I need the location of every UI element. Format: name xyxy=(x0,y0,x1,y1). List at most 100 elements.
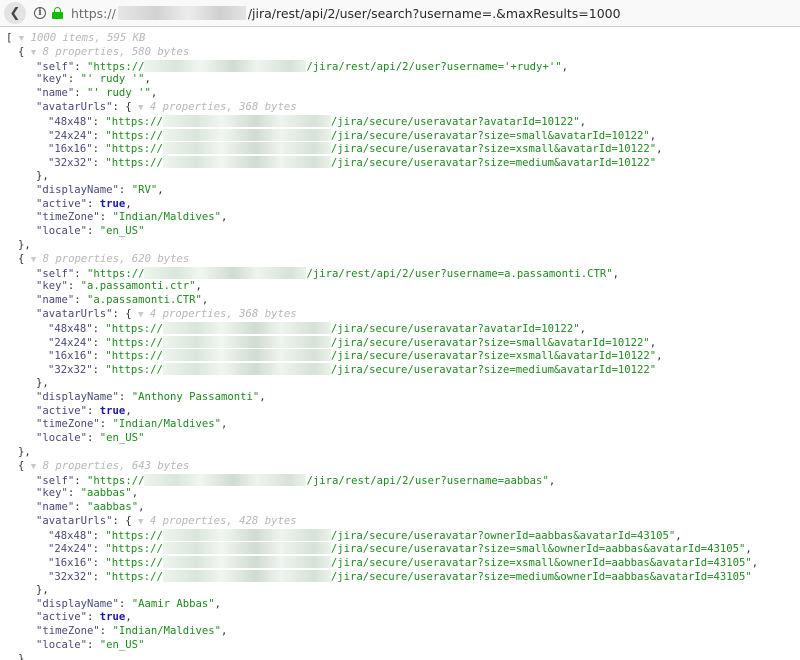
redacted-host xyxy=(162,363,331,376)
collapse-toggle-icon[interactable]: ▼ xyxy=(19,34,24,44)
avatar-urls-line: "avatarUrls": { ▼ 4 properties, 368 byte… xyxy=(36,307,297,320)
avatar-url-prefix: "https:// xyxy=(105,157,163,170)
collapse-toggle-icon[interactable]: ▼ xyxy=(31,48,36,58)
avatar-url-prefix: "https:// xyxy=(105,571,163,584)
avatar-url-suffix[interactable]: /jira/secure/useravatar?size=medium&avat… xyxy=(331,157,656,169)
avatar-url-line: "48x48": "https:///jira/secure/useravata… xyxy=(48,321,586,335)
redacted-host xyxy=(162,349,331,362)
timezone-value: "Indian/Maldives" xyxy=(112,211,221,224)
root-bracket: [ xyxy=(6,32,13,44)
avatar-url-suffix[interactable]: /jira/secure/useravatar?size=xsmall&owne… xyxy=(331,557,752,569)
avatar-close-line: }, xyxy=(36,583,49,596)
avatar-url-suffix[interactable]: /jira/secure/useravatar?size=small&avata… xyxy=(331,337,650,349)
avatar-urls-line: "avatarUrls": { ▼ 4 properties, 428 byte… xyxy=(36,514,297,527)
locale-line: "locale": "en_US" xyxy=(36,225,145,238)
avatar-url-prefix: "https:// xyxy=(105,364,163,377)
name-value: "a.passamonti.CTR" xyxy=(87,294,202,307)
avatar-url-prefix: "https:// xyxy=(105,322,163,335)
url-prefix: https:// xyxy=(71,5,116,21)
collapse-toggle-icon[interactable]: ▼ xyxy=(138,310,143,320)
locale-line: "locale": "en_US" xyxy=(36,639,145,652)
avatar-size-key: "32x32" xyxy=(48,157,93,170)
url-field[interactable]: https:// /jira/rest/api/2/user/search?us… xyxy=(71,6,621,21)
avatar-url-suffix[interactable]: /jira/secure/useravatar?avatarId=10122" xyxy=(331,323,580,335)
lock-icon[interactable] xyxy=(52,7,63,19)
timezone-line: "timeZone": "Indian/Maldives", xyxy=(36,418,228,431)
avatar-url-line: "48x48": "https:///jira/secure/useravata… xyxy=(48,528,682,542)
redacted-host xyxy=(162,156,331,169)
json-viewer: [ ▼ 1000 items, 595 KB { ▼ 8 properties,… xyxy=(0,32,800,660)
url-path: /jira/rest/api/2/user/search?username=.&… xyxy=(247,5,621,21)
self-url-suffix[interactable]: /jira/rest/api/2/user?username=a.passamo… xyxy=(306,268,612,280)
user-object: { ▼ 8 properties, 643 bytes "self": "htt… xyxy=(0,460,800,660)
avatar-url-prefix: "https:// xyxy=(105,115,163,128)
address-bar: ❮ i https:// /jira/rest/api/2/user/searc… xyxy=(0,0,800,27)
display-name-line: "displayName": "Anthony Passamonti", xyxy=(36,390,266,403)
object-meta: 8 properties, 580 bytes xyxy=(42,45,190,58)
name-line: "name": "aabbas", xyxy=(36,501,145,514)
redacted-host xyxy=(162,321,331,334)
collapse-toggle-icon[interactable]: ▼ xyxy=(138,517,143,527)
collapse-toggle-icon[interactable]: ▼ xyxy=(31,255,36,265)
timezone-value: "Indian/Maldives" xyxy=(112,625,221,638)
back-arrow-icon[interactable]: ❮ xyxy=(4,2,26,24)
key-value: "a.passamonti.ctr" xyxy=(80,280,196,293)
avatar-url-suffix[interactable]: /jira/secure/useravatar?size=small&owner… xyxy=(331,543,746,555)
object-open-line: { ▼ 8 properties, 580 bytes xyxy=(18,45,190,58)
object-close-line: }, xyxy=(18,445,31,458)
collapse-toggle-icon[interactable]: ▼ xyxy=(138,103,143,113)
user-list: { ▼ 8 properties, 580 bytes "self": "htt… xyxy=(0,46,800,660)
avatar-meta: 4 properties, 368 bytes xyxy=(149,100,297,113)
avatar-url-suffix[interactable]: /jira/secure/useravatar?size=xsmall&avat… xyxy=(331,350,656,362)
avatar-size-key: "16x16" xyxy=(48,350,93,363)
avatar-url-prefix: "https:// xyxy=(105,336,163,349)
self-line: "self": "https:///jira/rest/api/2/user?u… xyxy=(36,473,556,487)
object-close-line: }, xyxy=(18,238,31,251)
display-name-line: "displayName": "RV", xyxy=(36,183,164,196)
root-array-line: [ ▼ 1000 items, 595 KB xyxy=(0,32,800,46)
avatar-size-key: "16x16" xyxy=(48,143,93,156)
self-prefix: "https:// xyxy=(87,60,145,73)
timezone-line: "timeZone": "Indian/Maldives", xyxy=(36,211,228,224)
collapse-toggle-icon[interactable]: ▼ xyxy=(31,462,36,472)
user-object: { ▼ 8 properties, 620 bytes "self": "htt… xyxy=(0,253,800,460)
self-url-suffix[interactable]: /jira/rest/api/2/user?username='+rudy+'" xyxy=(306,61,561,73)
avatar-url-prefix: "https:// xyxy=(105,129,163,142)
self-line: "self": "https:///jira/rest/api/2/user?u… xyxy=(36,266,619,280)
active-line: "active": true, xyxy=(36,404,132,417)
avatar-urls: "48x48": "https:///jira/secure/useravata… xyxy=(0,528,800,584)
redacted-host xyxy=(144,266,307,279)
redacted-host xyxy=(162,570,331,583)
key-value: "' rudy '" xyxy=(80,73,145,86)
self-url-suffix[interactable]: /jira/rest/api/2/user?username=aabbas" xyxy=(306,475,548,487)
redacted-host xyxy=(162,528,331,541)
avatar-url-prefix: "https:// xyxy=(105,143,163,156)
avatar-url-line: "24x24": "https:///jira/secure/useravata… xyxy=(48,542,752,556)
avatar-url-line: "16x16": "https:///jira/secure/useravata… xyxy=(48,349,663,363)
avatar-url-suffix[interactable]: /jira/secure/useravatar?ownerId=aabbas&a… xyxy=(331,530,675,542)
avatar-url-suffix[interactable]: /jira/secure/useravatar?size=medium&avat… xyxy=(331,364,656,376)
avatar-url-suffix[interactable]: /jira/secure/useravatar?size=small&avata… xyxy=(331,130,650,142)
avatar-size-key: "48x48" xyxy=(48,115,93,128)
root-meta: 1000 items, 595 KB xyxy=(30,32,146,44)
avatar-url-suffix[interactable]: /jira/secure/useravatar?avatarId=10122" xyxy=(331,116,580,128)
key-line: "key": "a.passamonti.ctr", xyxy=(36,280,202,293)
avatar-url-line: "32x32": "https:///jira/secure/useravata… xyxy=(48,363,657,377)
object-meta: 8 properties, 643 bytes xyxy=(42,459,190,472)
object-open-line: { ▼ 8 properties, 620 bytes xyxy=(18,252,190,265)
active-line: "active": true, xyxy=(36,197,132,210)
avatar-url-line: "16x16": "https:///jira/secure/useravata… xyxy=(48,142,663,156)
avatar-url-suffix[interactable]: /jira/secure/useravatar?size=xsmall&avat… xyxy=(331,143,656,155)
avatar-size-key: "24x24" xyxy=(48,129,93,142)
avatar-close-line: }, xyxy=(36,169,49,182)
timezone-line: "timeZone": "Indian/Maldives", xyxy=(36,625,228,638)
avatar-url-line: "16x16": "https:///jira/secure/useravata… xyxy=(48,556,759,570)
info-icon[interactable]: i xyxy=(34,7,46,19)
avatar-close-line: }, xyxy=(36,376,49,389)
redacted-host xyxy=(162,542,331,555)
redacted-host xyxy=(117,6,246,20)
avatar-url-suffix[interactable]: /jira/secure/useravatar?size=medium&owne… xyxy=(331,571,752,583)
display-name-value: "RV" xyxy=(131,183,158,196)
avatar-size-key: "32x32" xyxy=(48,571,93,584)
locale-line: "locale": "en_US" xyxy=(36,432,145,445)
